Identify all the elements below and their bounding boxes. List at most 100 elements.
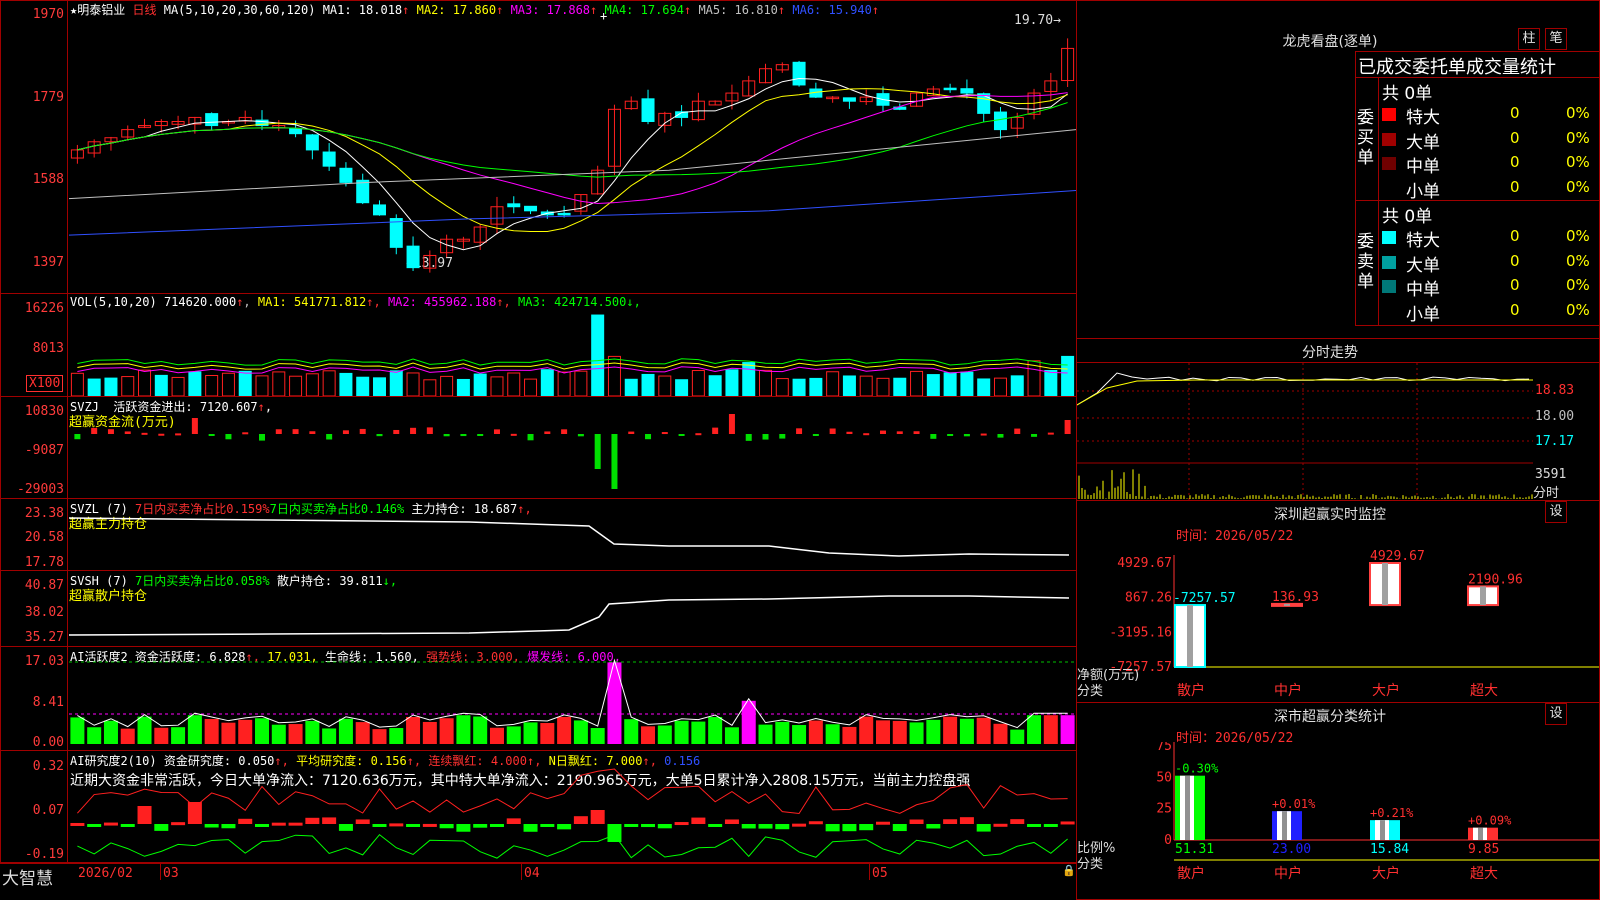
vol-unit-badge: X100 — [26, 375, 64, 392]
research-bar — [305, 817, 320, 824]
sz-monitor-xlabel: 分类 — [1077, 684, 1103, 699]
order-stat-label: 大单 — [1406, 255, 1440, 276]
fund-flow-bar — [1064, 420, 1071, 434]
candle-body — [289, 127, 303, 135]
svsh-ytick: 35.27 — [24, 630, 64, 645]
candle-body — [960, 88, 974, 94]
buy-side-label: 委买单 — [1357, 108, 1374, 168]
activity-line — [77, 658, 1068, 729]
fund-flow-bar — [594, 434, 601, 469]
intraday-chart[interactable] — [1077, 363, 1533, 500]
activity-bar — [103, 720, 118, 744]
ma-line — [77, 102, 1068, 178]
sz-class-bar-shade — [1282, 811, 1287, 840]
research-chart[interactable] — [69, 752, 1076, 862]
research-bar — [976, 824, 991, 832]
y-axis-divider — [67, 0, 68, 863]
research-bar — [439, 824, 454, 829]
research-bar — [473, 824, 488, 828]
fund-flow-bar — [728, 414, 735, 434]
activity-bar — [1010, 729, 1025, 744]
order-stat-row: 中单 0 0% — [1380, 275, 1600, 300]
order-stat-pct: 0% — [1566, 251, 1590, 270]
activity-bar — [171, 727, 186, 744]
legend-swatch — [1382, 108, 1396, 121]
volume-bar — [490, 376, 504, 396]
activity-bar — [120, 728, 135, 744]
fund-flow-bar — [292, 429, 299, 434]
retail-holding-chart[interactable] — [69, 572, 1076, 646]
fund-flow-bar — [796, 428, 803, 434]
fund-flow-bar — [158, 433, 165, 436]
research-bar — [288, 822, 303, 826]
ai-active-ytick: 17.03 — [24, 654, 64, 669]
activity-bar — [489, 727, 504, 744]
volume-bar — [1010, 375, 1024, 396]
order-stat-label: 小单 — [1406, 304, 1440, 325]
sz-monitor-category: 中户 — [1274, 682, 1302, 699]
period-label[interactable]: 日线 — [132, 3, 156, 17]
tiger-mid-divider — [1355, 200, 1600, 201]
fund-flow-bar — [997, 434, 1004, 438]
candle-body — [524, 205, 538, 212]
research-bar — [775, 824, 790, 830]
volume-bar — [557, 371, 571, 396]
svzj-ytick: 10830 — [24, 404, 64, 419]
candle-body — [406, 245, 420, 269]
volume-bar — [406, 372, 420, 396]
brand-label[interactable]: 大智慧 — [2, 864, 53, 889]
research-bar — [758, 824, 773, 829]
fund-flow-bar — [242, 432, 249, 435]
volume-bar — [70, 372, 84, 396]
fund-flow-bar — [913, 431, 920, 434]
tick-mode-button[interactable]: 笔 — [1545, 28, 1567, 50]
research-bar — [724, 819, 739, 824]
activity-bar — [238, 719, 253, 744]
research-bar — [70, 822, 85, 826]
volume-bar — [809, 377, 823, 396]
fund-flow-bar — [342, 430, 349, 434]
sz-monitor-bar-shade — [1480, 586, 1486, 606]
research-bar — [590, 810, 605, 824]
lock-icon[interactable]: 🔒 — [1062, 864, 1076, 877]
volume-bar — [691, 370, 705, 396]
order-stat-pct: 0% — [1566, 227, 1590, 245]
research-bar — [1060, 821, 1075, 825]
fund-flow-bar — [477, 434, 484, 436]
volume-chart[interactable] — [69, 308, 1076, 396]
fund-flow-bar — [443, 434, 450, 437]
research-bar — [221, 824, 236, 829]
sz-monitor-settings-button[interactable]: 设 — [1545, 501, 1567, 523]
main-holding-chart[interactable] — [69, 500, 1076, 570]
research-bar — [741, 824, 756, 829]
order-stat-row: 小单 0 0% — [1380, 300, 1600, 325]
ma-value: MA4: 17.694 — [604, 3, 684, 17]
volume-bar — [356, 376, 370, 396]
volume-bar — [977, 378, 991, 396]
order-stat-label: 特大 — [1406, 108, 1440, 128]
activity-chart[interactable] — [69, 648, 1076, 750]
vol-ma-arrow: ↑, — [496, 295, 518, 309]
sz-class-value: 9.85 — [1468, 842, 1499, 857]
order-stat-count: 0 — [1510, 104, 1520, 122]
fund-flow-chart[interactable] — [69, 400, 1076, 498]
candlestick-chart[interactable] — [69, 20, 1076, 292]
research-bar — [422, 823, 437, 827]
research-bar — [238, 818, 253, 824]
order-stat-count: 0 — [1510, 300, 1520, 319]
bar-mode-button[interactable]: 柱 — [1518, 28, 1540, 50]
candle-body — [792, 61, 806, 86]
activity-bar — [406, 716, 421, 744]
activity-bar — [1060, 715, 1075, 744]
volume-bar — [759, 369, 773, 396]
sz-class-ytick: 0 — [1164, 833, 1172, 848]
research-bar — [87, 824, 102, 827]
activity-bar — [322, 728, 337, 744]
sz-class-settings-button[interactable]: 设 — [1545, 703, 1567, 725]
intraday-title: 分时走势 — [1302, 345, 1358, 361]
retail-holding-line — [69, 595, 1070, 636]
fund-flow-bar — [91, 427, 98, 434]
fund-flow-bar — [124, 431, 131, 434]
volume-bar — [591, 314, 605, 396]
volume-bar — [725, 369, 739, 396]
